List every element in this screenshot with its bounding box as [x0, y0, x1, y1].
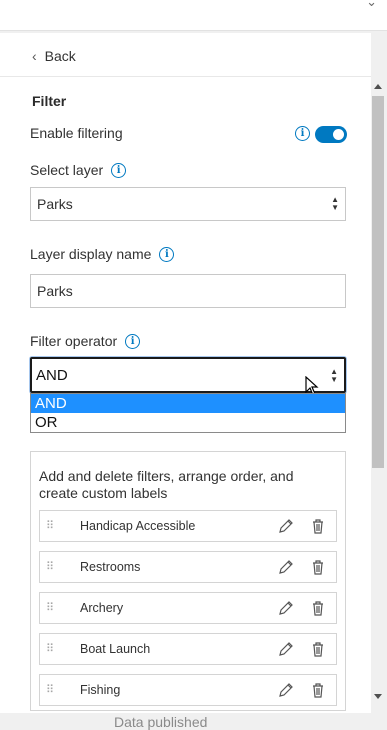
filter-item-label: Handicap Accessible — [80, 519, 196, 533]
filter-item-label: Restrooms — [80, 560, 141, 574]
chevron-down-icon[interactable]: ⌄ — [366, 0, 377, 10]
filters-description: Add and delete filters, arrange order, a… — [39, 468, 294, 501]
pencil-icon[interactable] — [278, 600, 294, 616]
enable-filtering-toggle[interactable] — [315, 126, 347, 143]
enable-filtering-label: Enable filtering — [30, 125, 123, 141]
enable-filtering-text: Enable filtering — [30, 125, 123, 141]
trash-icon[interactable] — [310, 641, 326, 657]
filter-operator-text: Filter operator — [30, 333, 118, 349]
layer-display-name-label: Layer display name i — [30, 246, 175, 262]
select-layer-label: Select layer i — [30, 162, 127, 178]
bottom-status-text: Data published — [114, 714, 208, 730]
filter-operator-label: Filter operator i — [30, 333, 141, 349]
info-icon[interactable]: i — [111, 162, 127, 178]
filter-item[interactable]: ⠿ Archery — [39, 592, 337, 624]
scrollbar-thumb[interactable] — [372, 96, 384, 468]
trash-icon[interactable] — [310, 600, 326, 616]
filter-item[interactable]: ⠿ Boat Launch — [39, 633, 337, 665]
filter-operator-select[interactable]: AND ▲ ▼ — [30, 357, 346, 393]
scroll-down-arrow-icon[interactable] — [374, 694, 382, 699]
select-layer-dropdown[interactable]: Parks ▲ ▼ — [30, 187, 346, 221]
pencil-icon[interactable] — [278, 518, 294, 534]
info-icon[interactable]: i — [125, 333, 141, 349]
back-button[interactable]: ‹ Back — [32, 48, 76, 64]
chevron-up-down-icon: ▲ ▼ — [331, 195, 339, 212]
drag-handle-icon[interactable]: ⠿ — [46, 521, 70, 532]
layer-display-name-text: Layer display name — [30, 246, 152, 262]
layer-display-name-input[interactable]: Parks — [30, 274, 346, 308]
filter-item[interactable]: ⠿ Fishing — [39, 674, 337, 706]
filter-item-label: Archery — [80, 601, 124, 615]
filters-box: Add and delete filters, arrange order, a… — [30, 451, 346, 711]
divider — [0, 76, 371, 77]
trash-icon[interactable] — [310, 682, 326, 698]
info-icon[interactable]: i — [159, 246, 175, 262]
filter-item-label: Boat Launch — [80, 642, 151, 656]
option-or[interactable]: OR — [31, 413, 345, 432]
drag-handle-icon[interactable]: ⠿ — [46, 562, 70, 573]
drag-handle-icon[interactable]: ⠿ — [46, 685, 70, 696]
scroll-up-arrow-icon[interactable] — [374, 84, 382, 89]
pencil-icon[interactable] — [278, 559, 294, 575]
filter-item[interactable]: ⠿ Restrooms — [39, 551, 337, 583]
back-label: Back — [44, 48, 76, 64]
info-icon[interactable]: i — [295, 126, 310, 141]
pencil-icon[interactable] — [278, 682, 294, 698]
select-layer-value: Parks — [37, 196, 73, 212]
section-title: Filter — [32, 93, 67, 109]
toggle-knob — [333, 129, 344, 140]
drag-handle-icon[interactable]: ⠿ — [46, 644, 70, 655]
filter-item[interactable]: ⠿ Handicap Accessible — [39, 510, 337, 542]
pencil-icon[interactable] — [278, 641, 294, 657]
option-and[interactable]: AND — [31, 394, 345, 413]
filter-operator-value: AND — [36, 366, 68, 384]
scrollbar[interactable] — [371, 80, 385, 710]
layer-display-name-value: Parks — [37, 283, 73, 299]
trash-icon[interactable] — [310, 518, 326, 534]
filter-operator-options: AND OR — [30, 393, 346, 433]
select-layer-text: Select layer — [30, 162, 104, 178]
top-strip: ⌄ — [0, 0, 387, 31]
drag-handle-icon[interactable]: ⠿ — [46, 603, 70, 614]
chevron-up-down-icon: ▲ ▼ — [330, 367, 338, 384]
trash-icon[interactable] — [310, 559, 326, 575]
chevron-left-icon: ‹ — [32, 48, 37, 64]
filter-item-label: Fishing — [80, 683, 121, 697]
